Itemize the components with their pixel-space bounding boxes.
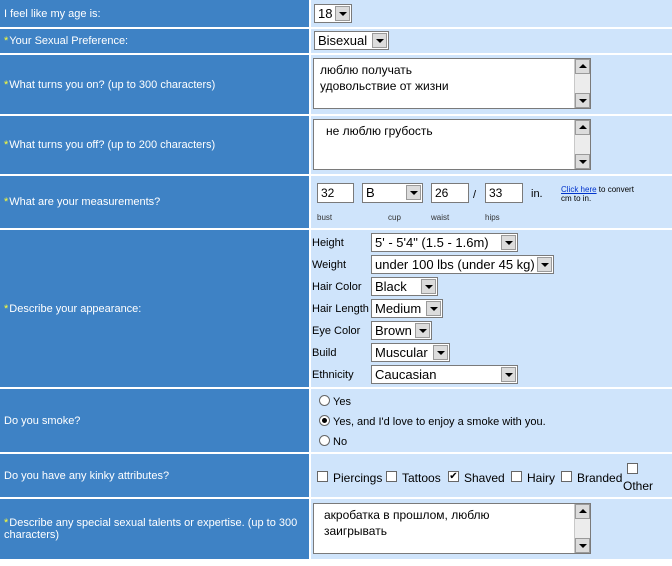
kinky-label: Do you have any kinky attributes? (0, 454, 309, 497)
scroll-down-icon[interactable] (575, 154, 590, 169)
bust-input[interactable]: 32 (317, 183, 354, 203)
eye-color-label: Eye Color (312, 325, 361, 337)
convert-link[interactable]: Click here (561, 185, 597, 194)
waist-input[interactable]: 26 (431, 183, 469, 203)
required-star: * (4, 78, 9, 91)
bust-caption: bust (317, 213, 333, 222)
hairy-label: Hairy (527, 471, 556, 485)
turn-on-label: * What turns you on? (up to 300 character… (0, 55, 309, 114)
smoke-yes-label: Yes (333, 396, 351, 408)
textarea-line: заигрывать (324, 524, 387, 538)
required-star: * (4, 302, 9, 315)
hair-color-select[interactable]: Black (371, 277, 438, 296)
waist-caption: waist (431, 213, 450, 222)
turn-off-label: * What turns you off? (up to 200 characte… (0, 116, 309, 174)
cup-caption: cup (388, 213, 401, 222)
smoke-no-radio[interactable] (319, 435, 330, 446)
chevron-down-icon[interactable] (501, 235, 516, 250)
shaved-label: Shaved (464, 471, 505, 485)
scroll-down-icon[interactable] (575, 538, 590, 553)
row-talents: *Describe any special sexual talents or … (0, 499, 672, 559)
weight-select[interactable]: under 100 lbs (under 45 kg) (371, 255, 554, 274)
smoke-yes-enjoy-radio[interactable] (319, 415, 330, 426)
hips-caption: hips (485, 213, 500, 222)
build-label: Build (312, 347, 337, 359)
chevron-down-icon[interactable] (433, 345, 448, 360)
chevron-down-icon[interactable] (406, 185, 421, 200)
smoke-yes-enjoy-label: Yes, and I'd love to enjoy a smoke with … (333, 416, 546, 428)
checkmark-icon: ✔ (449, 471, 458, 482)
scroll-down-icon[interactable] (575, 93, 590, 108)
hair-length-select[interactable]: Medium (371, 299, 443, 318)
row-appearance: * Describe your appearance: Height 5' - 5… (0, 230, 672, 387)
smoke-no-label: No (333, 436, 348, 448)
required-star: * (4, 139, 9, 151)
hair-color-label: Hair Color (312, 281, 362, 293)
ethnicity-select[interactable]: Caucasian (371, 365, 518, 384)
preference-select[interactable]: Bisexual (314, 31, 389, 50)
required-star: * (4, 517, 9, 529)
turn-on-textarea[interactable]: люблю получать удовольствие от жизни (313, 58, 591, 109)
height-label: Height (312, 237, 344, 249)
chevron-down-icon[interactable] (335, 6, 350, 21)
age-select[interactable]: 18 (314, 4, 352, 23)
hair-length-label: Hair Length (312, 303, 369, 315)
other-checkbox[interactable] (627, 463, 638, 474)
row-turn-off: * What turns you off? (up to 200 characte… (0, 116, 672, 174)
hairy-checkbox[interactable] (511, 471, 522, 482)
scrollbar[interactable] (574, 120, 590, 169)
convert-note-line2: cm to in. (561, 194, 592, 203)
chevron-down-icon[interactable] (426, 301, 441, 316)
scrollbar[interactable] (574, 59, 590, 108)
smoke-yes-radio[interactable] (319, 395, 330, 406)
scroll-up-icon[interactable] (575, 504, 590, 519)
height-select[interactable]: 5' - 5'4" (1.5 - 1.6m) (371, 233, 518, 252)
scroll-up-icon[interactable] (575, 59, 590, 74)
textarea-line: удовольствие от жизни (320, 79, 449, 93)
turn-off-textarea[interactable]: не люблю грубость (313, 119, 591, 170)
piercings-label: Piercings (333, 471, 383, 485)
scroll-up-icon[interactable] (575, 120, 590, 135)
eye-color-select[interactable]: Brown (371, 321, 432, 340)
measurements-label: * What are your measurements? (0, 176, 309, 228)
branded-label: Branded (577, 471, 623, 485)
shaved-checkbox[interactable]: ✔ (448, 471, 459, 482)
age-label: I feel like my age is: (0, 0, 309, 27)
row-age: I feel like my age is: 18 (0, 0, 672, 27)
chevron-down-icon[interactable] (415, 323, 430, 338)
unit-label: in. (531, 188, 543, 200)
convert-note: Click here to convert (561, 185, 634, 194)
textarea-line: акробатка в прошлом, люблю (324, 508, 490, 522)
tattoos-label: Tattoos (402, 471, 441, 485)
chevron-down-icon[interactable] (372, 33, 387, 48)
tattoos-checkbox[interactable] (386, 471, 397, 482)
smoke-label: Do you smoke? (0, 389, 309, 452)
other-label: Other (623, 479, 654, 493)
hips-input[interactable]: 33 (485, 183, 523, 203)
row-kinky: Do you have any kinky attributes? Pierci… (0, 454, 672, 497)
textarea-line: люблю получать (320, 63, 412, 77)
weight-label: Weight (312, 259, 347, 271)
chevron-down-icon[interactable] (421, 279, 436, 294)
build-select[interactable]: Muscular (371, 343, 450, 362)
row-measurements: * What are your measurements? 32 B 26 / 3… (0, 176, 672, 228)
cup-select[interactable]: B (362, 183, 423, 203)
appearance-label: * Describe your appearance: (0, 230, 309, 387)
required-star: * (4, 35, 9, 47)
required-star: * (4, 196, 9, 208)
row-turn-on: * What turns you on? (up to 300 character… (0, 55, 672, 114)
row-preference: * Your Sexual Preference: Bisexual (0, 29, 672, 53)
row-smoke: Do you smoke? Yes Yes, and I'd love to e… (0, 389, 672, 452)
measurement-separator: / (473, 189, 477, 201)
branded-checkbox[interactable] (561, 471, 572, 482)
scrollbar[interactable] (574, 504, 590, 553)
piercings-checkbox[interactable] (317, 471, 328, 482)
talents-textarea[interactable]: акробатка в прошлом, люблю заигрывать (313, 503, 591, 554)
ethnicity-label: Ethnicity (312, 369, 354, 381)
preference-label: * Your Sexual Preference: (0, 29, 309, 53)
chevron-down-icon[interactable] (501, 367, 516, 382)
chevron-down-icon[interactable] (537, 257, 552, 272)
talents-label: *Describe any special sexual talents or … (0, 499, 309, 559)
textarea-line: не люблю грубость (326, 124, 433, 138)
